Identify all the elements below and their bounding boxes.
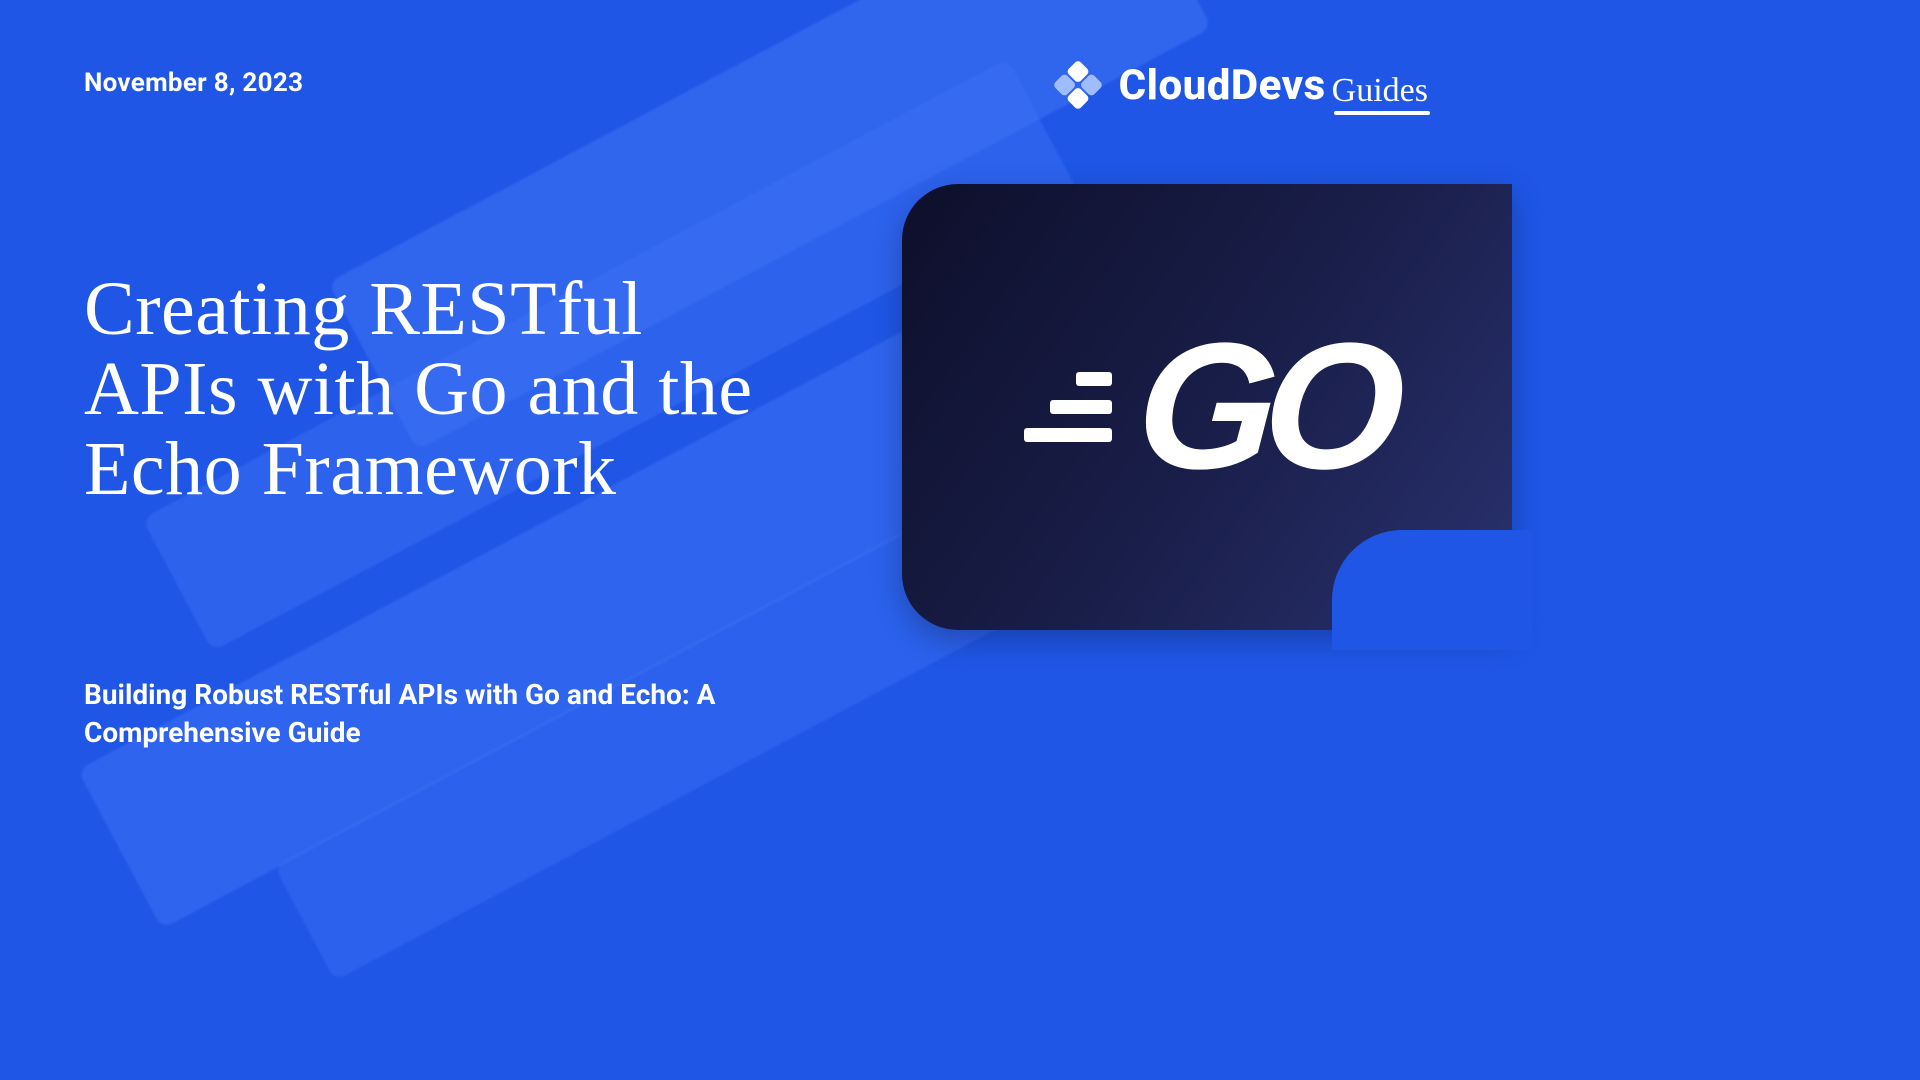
brand-name-sub: Guides (1332, 72, 1428, 109)
slide: November 8, 2023 CloudDevsGuides Creatin… (0, 0, 1512, 850)
publish-date: November 8, 2023 (84, 68, 303, 98)
slide-subtitle: Building Robust RESTful APIs with Go and… (84, 676, 844, 752)
brand-name: CloudDevsGuides (1119, 61, 1428, 110)
slide-title: Creating RESTful APIs with Go and the Ec… (84, 270, 804, 509)
hero-card: GO (902, 184, 1512, 630)
go-logo: GO (1024, 317, 1390, 497)
go-wordmark: GO (1132, 317, 1397, 497)
brand-name-main: CloudDevs (1119, 61, 1326, 110)
speed-lines-icon (1024, 372, 1112, 442)
brand-lockup: CloudDevsGuides (1051, 58, 1428, 112)
clouddevs-logo-icon (1051, 58, 1105, 112)
